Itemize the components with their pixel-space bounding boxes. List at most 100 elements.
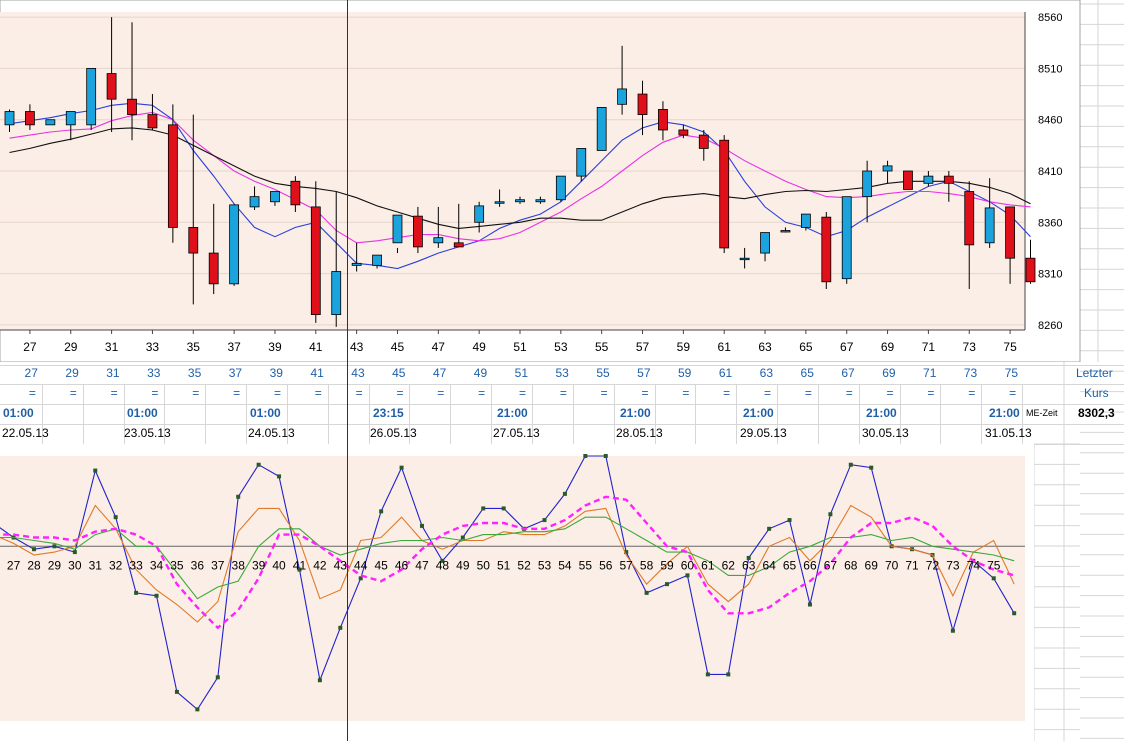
crosshair-vertical-line[interactable] — [347, 0, 348, 741]
equals-sign: = — [396, 386, 404, 400]
candle-body — [841, 196, 852, 280]
session-time: 21:00 — [497, 406, 528, 420]
oscillator-point — [848, 462, 853, 467]
candle-body — [167, 124, 178, 228]
index-label: 45 — [392, 366, 406, 380]
candle-body — [270, 191, 280, 203]
session-date: 29.05.13 — [740, 426, 787, 440]
info-col-separator — [205, 384, 207, 444]
index-label: 49 — [473, 366, 488, 380]
equals-sign: = — [764, 386, 772, 400]
oscillator-point — [338, 625, 343, 630]
candle-body — [903, 170, 913, 190]
oscillator-point — [215, 675, 220, 680]
session-date: 28.05.13 — [616, 426, 663, 440]
info-col-separator — [572, 384, 574, 444]
osc-x-tick-label: 75 — [987, 558, 1001, 572]
oscillator-point — [705, 672, 710, 677]
equals-sign: = — [559, 386, 567, 400]
index-label: 53 — [555, 366, 569, 380]
candle-body — [392, 214, 403, 244]
index-label: 31 — [106, 366, 120, 380]
info-col-separator — [858, 384, 860, 444]
info-col-separator — [613, 384, 615, 444]
oscillator-point — [787, 518, 792, 523]
index-label: 43 — [351, 366, 365, 380]
oscillator-point — [869, 465, 874, 470]
candle-body — [739, 257, 750, 261]
y-tick-label: 8310 — [1038, 269, 1062, 281]
osc-x-tick-label: 29 — [48, 558, 62, 572]
index-label: 39 — [269, 366, 283, 380]
osc-x-tick-label: 36 — [191, 558, 205, 572]
equals-sign: = — [723, 386, 731, 400]
x-tick-label: 55 — [595, 340, 609, 354]
oscillator-point — [72, 550, 77, 555]
x-tick-label: 61 — [718, 340, 732, 354]
osc-x-tick-label: 30 — [68, 558, 82, 572]
candle-body — [678, 129, 689, 136]
index-label: 33 — [147, 366, 161, 380]
x-tick-label: 47 — [432, 340, 446, 354]
osc-x-tick-label: 48 — [436, 558, 450, 572]
oscillator-point — [767, 526, 772, 531]
index-label: 57 — [637, 366, 651, 380]
oscillator-point — [52, 544, 57, 549]
index-label: 51 — [514, 366, 528, 380]
candle-body — [249, 196, 260, 208]
osc-x-tick-label: 58 — [640, 558, 654, 572]
osc-x-tick-label: 33 — [129, 558, 143, 572]
x-tick-label: 71 — [922, 340, 936, 354]
osc-x-tick-label: 70 — [885, 558, 899, 572]
info-col-separator — [736, 384, 738, 444]
session-time: 23:15 — [373, 406, 404, 420]
osc-x-tick-label: 52 — [517, 558, 531, 572]
candle-body — [800, 213, 811, 228]
oscillator-point — [256, 462, 261, 467]
candle-body — [555, 175, 566, 201]
candle-body — [127, 98, 137, 115]
oscillator-point — [399, 465, 404, 470]
x-tick-label: 65 — [799, 340, 813, 354]
candle-body — [780, 230, 791, 233]
oscillator-point — [828, 512, 833, 517]
x-tick-label: 51 — [513, 340, 527, 354]
x-tick-label: 29 — [64, 340, 78, 354]
equals-sign: = — [273, 386, 281, 400]
info-row-separator — [0, 404, 1124, 405]
equals-sign: = — [968, 386, 976, 400]
osc-x-tick-label: 46 — [395, 558, 409, 572]
oscillator-point — [236, 494, 241, 499]
x-tick-label: 33 — [146, 340, 160, 354]
info-col-separator — [327, 384, 329, 444]
x-tick-label: 57 — [636, 340, 650, 354]
osc-x-tick-label: 71 — [905, 558, 919, 572]
oscillator-point — [807, 602, 812, 607]
equals-sign: = — [600, 386, 608, 400]
info-col-separator — [940, 384, 942, 444]
session-time: 01:00 — [250, 406, 281, 420]
index-label: 61 — [718, 366, 733, 380]
osc-x-tick-label: 62 — [722, 558, 736, 572]
candle-body — [106, 73, 117, 100]
info-row-separator — [0, 384, 1124, 385]
equals-sign: = — [151, 386, 159, 400]
y-tick-label: 8360 — [1038, 217, 1062, 229]
candle-body — [943, 175, 954, 184]
index-label: 29 — [65, 366, 79, 380]
oscillator-point — [174, 689, 179, 694]
equals-sign: = — [233, 386, 241, 400]
y-tick-label: 8560 — [1038, 12, 1062, 24]
letzter-label: Letzter — [1076, 366, 1113, 380]
candle-body — [208, 252, 219, 285]
candle-body — [862, 170, 873, 198]
candle-body — [760, 232, 770, 254]
session-date: 23.05.13 — [124, 426, 171, 440]
candle-body — [453, 242, 464, 248]
osc-x-tick-label: 69 — [865, 558, 879, 572]
oscillator-point — [685, 573, 690, 578]
index-label: 71 — [923, 366, 937, 380]
oscillator-point — [562, 491, 567, 496]
oscillator-point — [501, 506, 506, 511]
index-label: 75 — [1004, 366, 1019, 380]
